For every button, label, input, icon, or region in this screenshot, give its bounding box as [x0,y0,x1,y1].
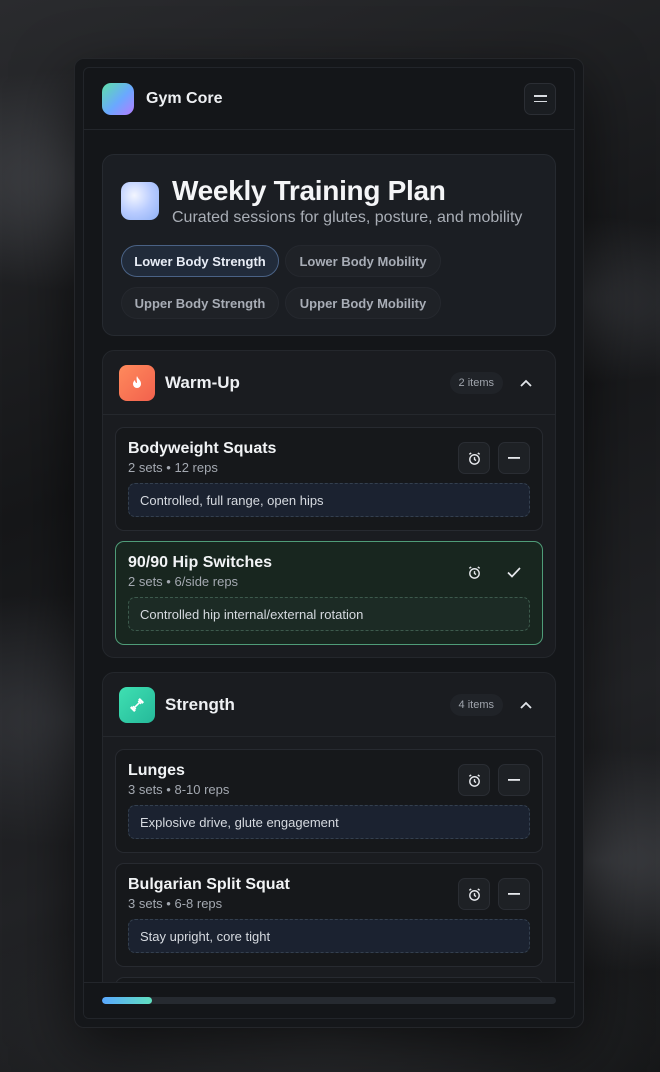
section-warm-up: Warm-Up 2 items Bodyweight Squats 2 sets… [102,350,556,658]
exercise-note[interactable]: Explosive drive, glute engagement [128,805,530,839]
minus-icon[interactable] [498,878,530,910]
page-subtitle: Curated sessions for glutes, posture, an… [172,209,523,226]
progress-bar [102,997,556,1004]
menu-button[interactable] [524,82,556,115]
content-scroll[interactable]: Weekly Training Plan Curated sessions fo… [84,130,574,982]
section-title: Strength [165,694,235,714]
section-strength: Strength 4 items Lunges 3 sets • 8-10 re… [102,672,556,982]
app-frame: Gym Core Weekly Training Plan Curated se… [74,58,584,1028]
exercise-card: Bodyweight Squats 2 sets • 12 reps Contr… [115,427,543,531]
minus-icon[interactable] [498,442,530,474]
chip-upper-body-strength[interactable]: Upper Body Strength [121,287,279,319]
chip-upper-body-mobility[interactable]: Upper Body Mobility [285,287,441,319]
progress-fill [102,997,152,1004]
dumbbell-icon [119,686,155,723]
app-name: Gym Core [146,89,223,107]
section-body: Bodyweight Squats 2 sets • 12 reps Contr… [103,415,555,657]
section-header[interactable]: Warm-Up 2 items [103,351,555,415]
plan-header-card: Weekly Training Plan Curated sessions fo… [102,154,556,336]
checkmark-icon[interactable] [498,556,530,588]
alarm-clock-icon[interactable] [458,764,490,796]
alarm-clock-icon[interactable] [458,442,490,474]
chevron-up-icon[interactable] [513,370,539,396]
section-body: Lunges 3 sets • 8-10 reps Explosive driv… [103,737,555,982]
plan-filter-chips: Lower Body Strength Lower Body Mobility … [121,245,537,319]
minus-icon[interactable] [498,764,530,796]
app-window: Gym Core Weekly Training Plan Curated se… [83,67,575,1019]
alarm-clock-icon[interactable] [458,878,490,910]
exercise-note[interactable]: Controlled, full range, open hips [128,483,530,517]
chip-lower-body-mobility[interactable]: Lower Body Mobility [285,245,441,277]
exercise-note[interactable]: Stay upright, core tight [128,919,530,953]
menu-icon [533,95,547,97]
chip-lower-body-strength[interactable]: Lower Body Strength [121,245,279,277]
item-count-badge: 2 items [449,371,503,394]
flame-icon [119,364,155,401]
exercise-card: Bulgarian Split Squat 3 sets • 6-8 reps … [115,863,543,967]
page-title: Weekly Training Plan [172,175,446,206]
plan-icon [121,182,159,220]
exercise-card: Lunges 3 sets • 8-10 reps Explosive driv… [115,749,543,853]
alarm-clock-icon[interactable] [458,556,490,588]
exercise-note[interactable]: Controlled hip internal/external rotatio… [128,597,530,631]
chevron-up-icon[interactable] [513,692,539,718]
section-title: Warm-Up [165,372,240,392]
progress-footer [84,982,574,1018]
item-count-badge: 4 items [449,693,503,716]
app-logo-icon [102,82,134,115]
section-header[interactable]: Strength 4 items [103,673,555,737]
top-bar: Gym Core [84,68,574,130]
exercise-card-completed: 90/90 Hip Switches 2 sets • 6/side reps … [115,541,543,645]
